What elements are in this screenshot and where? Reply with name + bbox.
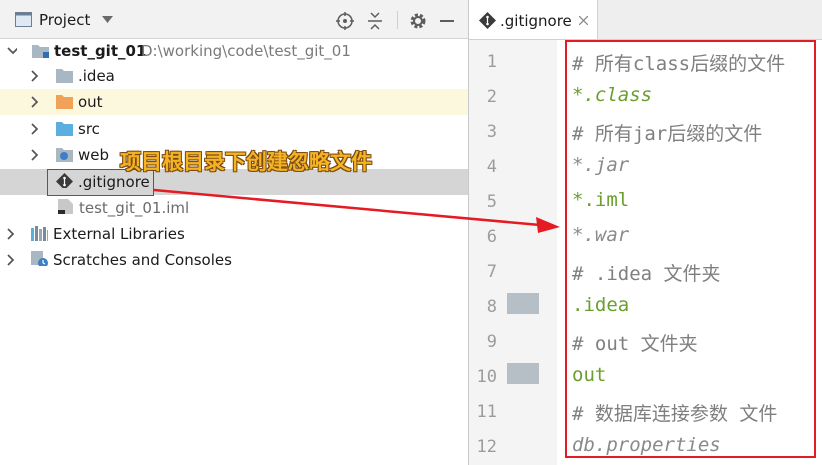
annotation-arrow bbox=[153, 188, 560, 233]
